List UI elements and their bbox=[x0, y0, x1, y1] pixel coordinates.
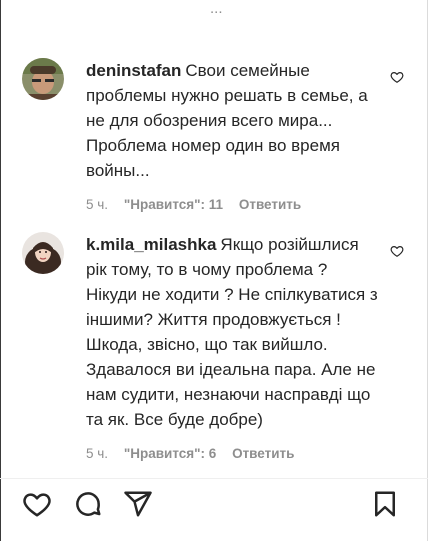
comment-content: deninstafan Свои семейные проблемы нужно … bbox=[86, 58, 380, 183]
comment-meta: 5 ч. "Нравится": 6 Ответить bbox=[86, 446, 380, 462]
heart-icon[interactable] bbox=[22, 489, 52, 519]
reply-button[interactable]: Ответить bbox=[232, 446, 294, 461]
avatar[interactable] bbox=[22, 58, 64, 100]
comment-body: deninstafan Свои семейные проблемы нужно … bbox=[86, 58, 380, 213]
comment-username[interactable]: deninstafan bbox=[86, 61, 181, 80]
share-icon[interactable] bbox=[123, 489, 153, 519]
window-edge-left bbox=[0, 0, 1, 541]
comment-content: k.mila_milashka Якщо розійшлися рік тому,… bbox=[86, 232, 380, 432]
comment-meta: 5 ч. "Нравится": 11 Ответить bbox=[86, 197, 380, 213]
comment-username[interactable]: k.mila_milashka bbox=[86, 235, 216, 254]
previous-comment-fragment: ... bbox=[210, 6, 223, 16]
comment-text: Якщо розійшлися рік тому, то в чому проб… bbox=[86, 235, 378, 429]
comment-likes[interactable]: "Нравится": 6 bbox=[124, 446, 216, 461]
comment-icon[interactable] bbox=[73, 489, 103, 519]
comment-likes[interactable]: "Нравится": 11 bbox=[124, 197, 223, 212]
heart-icon[interactable] bbox=[390, 244, 404, 258]
comment-time[interactable]: 5 ч. bbox=[86, 446, 108, 461]
heart-icon[interactable] bbox=[390, 70, 404, 84]
comment-body: k.mila_milashka Якщо розійшлися рік тому,… bbox=[86, 232, 380, 462]
action-bar bbox=[0, 478, 428, 541]
reply-button[interactable]: Ответить bbox=[239, 197, 301, 212]
bookmark-icon[interactable] bbox=[370, 489, 400, 519]
avatar[interactable] bbox=[22, 232, 64, 274]
comment-time[interactable]: 5 ч. bbox=[86, 197, 108, 212]
